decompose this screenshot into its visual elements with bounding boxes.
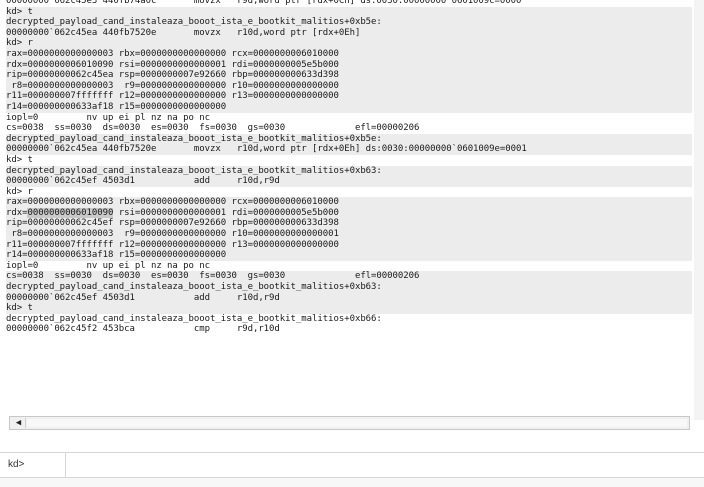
output-line: kd> r	[6, 186, 33, 197]
command-prompt-label: kd>	[0, 453, 66, 477]
output-line: iopl=0 nv up ei pl nz na po nc	[6, 260, 211, 271]
output-line: decrypted_payload_cand_instaleaza_booot_…	[6, 133, 692, 145]
horizontal-scroll-thumb[interactable]	[27, 419, 687, 427]
output-line: cs=0038 ss=0030 ds=0030 es=0030 fs=0030 …	[6, 123, 420, 134]
output-line: rdx=0000000006010090 rsi=000000000000000…	[6, 59, 692, 71]
output-line-segment: rdx=	[6, 207, 28, 218]
output-line: 00000000`062c45e3 440fb74a0c movzx r9d,w…	[6, 0, 522, 6]
command-output-pane[interactable]: 00000000`062c45e3 440fb74a0c movzx r9d,w…	[0, 0, 694, 416]
output-line: r11=000000007fffffff r12=000000000000000…	[6, 239, 692, 251]
output-line: decrypted_payload_cand_instaleaza_booot_…	[6, 165, 692, 177]
output-line: 00000000`062c45ea 440fb7520e movzx r10d,…	[6, 27, 692, 39]
output-line: cs=0038 ss=0030 ds=0030 es=0030 fs=0030 …	[6, 271, 692, 283]
scroll-left-arrow-icon[interactable]: ◀	[12, 418, 26, 428]
output-line: rip=00000000062c45ef rsp=0000000007e9266…	[6, 218, 692, 230]
output-line: decrypted_payload_cand_instaleaza_booot_…	[6, 17, 692, 28]
output-line: r14=000000000633af18 r15=000000000000000…	[6, 250, 692, 261]
output-line: r8=0000000000000003 r9=0000000000000000 …	[6, 229, 692, 240]
output-line: 00000000`062c45ea 440fb7520e movzx r10d,…	[6, 144, 692, 155]
output-line: kd> t	[6, 154, 33, 165]
output-line: rdx=0000000006010090 rsi=000000000000000…	[6, 207, 692, 219]
output-line: decrypted_payload_cand_instaleaza_booot_…	[6, 313, 382, 324]
output-line: 00000000`062c45ef 4503d1 add r10d,r9d	[6, 292, 692, 304]
output-line: rax=0000000000000003 rbx=000000000000000…	[6, 48, 692, 60]
output-line: kd> t	[6, 6, 692, 18]
output-line-segment: rsi=0000000000000001 rdi=0000000005e5b00…	[113, 207, 339, 218]
output-line: r14=000000000633af18 r15=000000000000000…	[6, 101, 692, 113]
debugger-window: 00000000`062c45e3 440fb74a0c movzx r9d,w…	[0, 0, 704, 487]
output-line: r8=0000000000000003 r9=0000000000000000 …	[6, 80, 692, 92]
output-lines: 00000000`062c45e3 440fb74a0c movzx r9d,w…	[6, 0, 692, 335]
vertical-scrollbar[interactable]	[694, 0, 704, 420]
output-line: rip=00000000062c45ea rsp=0000000007e9266…	[6, 70, 692, 81]
horizontal-scrollbar[interactable]: ◀	[9, 416, 690, 430]
output-line: iopl=0 nv up ei pl nz na po nc	[6, 112, 211, 123]
output-line: rax=0000000000000003 rbx=000000000000000…	[6, 197, 692, 208]
output-line: kd> r	[6, 38, 692, 49]
highlighted-value: 0000000006010090	[27, 207, 114, 218]
output-line: 00000000`062c45f2 453bca cmp r9d,r10d	[6, 324, 280, 335]
command-bar: kd>	[0, 452, 704, 478]
status-strip	[0, 478, 704, 487]
output-line: kd> t	[6, 303, 692, 314]
output-line: decrypted_payload_cand_instaleaza_booot_…	[6, 282, 692, 293]
output-line: r11=000000007fffffff r12=000000000000000…	[6, 91, 692, 102]
output-line: 00000000`062c45ef 4503d1 add r10d,r9d	[6, 176, 692, 187]
command-input[interactable]	[68, 454, 698, 476]
